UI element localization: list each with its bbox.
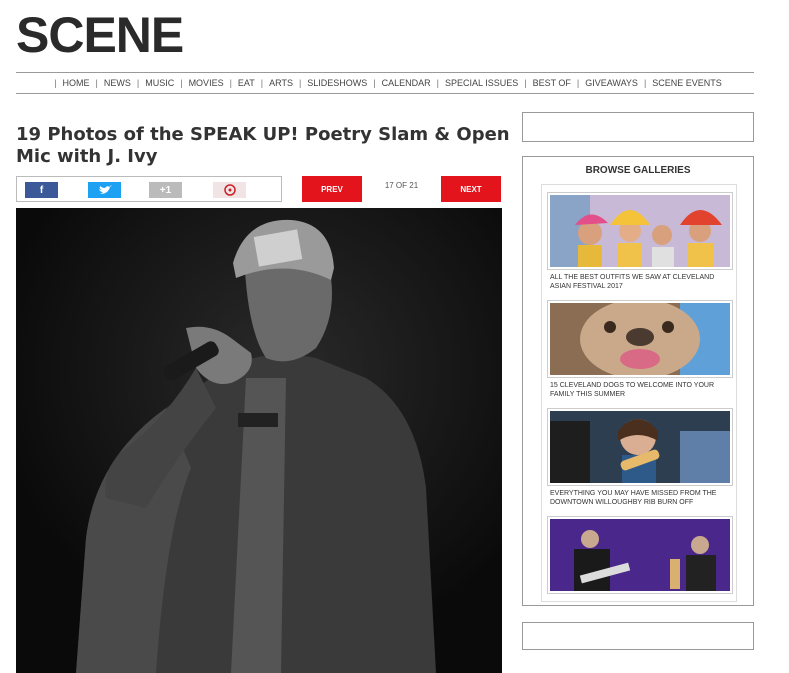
nav-item-slideshows[interactable]: SLIDESHOWS [307,78,367,88]
twitter-icon [98,184,112,194]
gallery-list: ALL THE BEST OUTFITS WE SAW AT CLEVELAND… [541,184,737,602]
nav-separator: | [298,78,302,88]
browse-galleries-title: BROWSE GALLERIES [585,165,691,176]
gallery-thumbnail[interactable] [548,301,732,377]
twitter-share-button[interactable] [88,182,121,198]
ad-slot-top[interactable] [522,112,754,142]
rib-burn-off-photo [550,411,730,483]
pinterest-share-button[interactable] [213,182,246,198]
nav-separator: | [180,78,183,88]
gallery-caption[interactable]: EVERYTHING YOU MAY HAVE MISSED FROM THE … [550,489,734,507]
article-title: 19 Photos of the SPEAK UP! Poetry Slam &… [16,124,510,167]
nav-separator: | [229,78,232,88]
nav-separator: | [576,78,580,88]
googleplus-icon: +1 [159,184,172,196]
gallery-item-rib-burn-off[interactable]: EVERYTHING YOU MAY HAVE MISSED FROM THE … [548,409,732,509]
nav-separator: | [260,78,264,88]
nav-separator: | [136,78,140,88]
nav-item-news[interactable]: NEWS [104,78,131,88]
site-logo[interactable]: SCENE [16,6,184,64]
performer-illustration [16,208,502,673]
concert-photo [550,519,730,591]
gallery-item-asian-festival[interactable]: ALL THE BEST OUTFITS WE SAW AT CLEVELAND… [548,193,732,293]
nav-item-calendar[interactable]: CALENDAR [382,78,431,88]
nav-item-special-issues[interactable]: SPECIAL ISSUES [445,78,518,88]
nav-separator: | [524,78,527,88]
gallery-thumbnail[interactable] [548,409,732,485]
pinterest-icon [223,184,236,196]
gallery-item-concert[interactable] [548,517,732,597]
nav-item-giveaways[interactable]: GIVEAWAYS [585,78,638,88]
nav-item-scene-events[interactable]: SCENE EVENTS [652,78,722,88]
nav-item-home[interactable]: HOME [63,78,90,88]
main-photo[interactable] [16,208,502,673]
facebook-icon: f [39,184,44,196]
nav-separator: | [54,78,57,88]
nav-separator: | [436,78,440,88]
gallery-thumbnail[interactable] [548,193,732,269]
main-nav: | HOME | NEWS | MUSIC | MOVIES | EAT | ARTS | SLIDESH… [16,72,754,94]
facebook-share-button[interactable]: f [25,182,58,198]
gallery-caption[interactable]: 15 CLEVELAND DOGS TO WELCOME INTO YOUR F… [550,381,734,399]
nav-item-music[interactable]: MUSIC [145,78,174,88]
nav-separator: | [643,78,647,88]
nav-item-best-of[interactable]: BEST OF [533,78,571,88]
browse-galleries-panel: BROWSE GALLERIES ALL THE BEST OUTFITS WE… [522,156,754,606]
googleplus-share-button[interactable]: +1 [149,182,182,198]
dog-photo [550,303,730,375]
gallery-caption[interactable]: ALL THE BEST OUTFITS WE SAW AT CLEVELAND… [550,273,734,291]
festival-photo [550,195,730,267]
gallery-item-dogs[interactable]: 15 CLEVELAND DOGS TO WELCOME INTO YOUR F… [548,301,732,401]
next-button[interactable]: NEXT [441,176,501,202]
nav-item-movies[interactable]: MOVIES [189,78,224,88]
photo-counter: 17 OF 21 [384,181,419,190]
share-bar: f +1 [16,176,282,202]
gallery-thumbnail[interactable] [548,517,732,593]
ad-slot-bottom[interactable] [522,622,754,650]
prev-button[interactable]: PREV [302,176,362,202]
nav-separator: | [373,78,376,88]
nav-item-arts[interactable]: ARTS [269,78,293,88]
nav-item-eat[interactable]: EAT [238,78,255,88]
nav-separator: | [95,78,98,88]
